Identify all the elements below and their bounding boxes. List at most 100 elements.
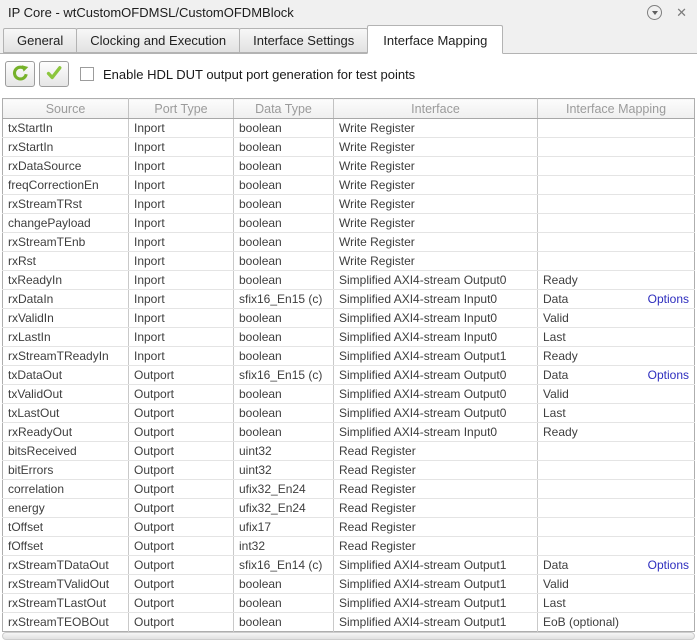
table-row[interactable]: bitsReceived Outport uint32 Read Registe… bbox=[2, 441, 695, 461]
table-row[interactable]: bitErrors Outport uint32 Read Register bbox=[2, 460, 695, 480]
column-header-source[interactable]: Source bbox=[2, 98, 129, 119]
cell-port-type: Inport bbox=[128, 346, 234, 366]
table-row[interactable]: rxValidIn Inport boolean Simplified AXI4… bbox=[2, 308, 695, 328]
cell-port-type: Outport bbox=[128, 365, 234, 385]
validate-button[interactable] bbox=[39, 61, 69, 87]
table-row[interactable]: txStartIn Inport boolean Write Register bbox=[2, 118, 695, 138]
cell-port-type: Outport bbox=[128, 479, 234, 499]
table-row[interactable]: changePayload Inport boolean Write Regis… bbox=[2, 213, 695, 233]
table-row[interactable]: txReadyIn Inport boolean Simplified AXI4… bbox=[2, 270, 695, 290]
options-link[interactable]: Options bbox=[648, 558, 689, 572]
column-header-data-type[interactable]: Data Type bbox=[233, 98, 334, 119]
mapping-value: Ready bbox=[543, 349, 578, 363]
test-points-checkbox-label: Enable HDL DUT output port generation fo… bbox=[103, 66, 416, 82]
cell-data-type: boolean bbox=[233, 194, 334, 214]
cell-interface: Write Register bbox=[333, 156, 538, 176]
tab-interface-settings[interactable]: Interface Settings bbox=[239, 28, 369, 53]
mapping-value: Data bbox=[543, 558, 569, 572]
cell-interface-mapping: Ready bbox=[537, 422, 695, 442]
collapse-panel-icon[interactable] bbox=[647, 4, 663, 20]
horizontal-scrollbar[interactable] bbox=[2, 632, 695, 640]
table-header-row: Source Port Type Data Type Interface Int… bbox=[2, 98, 695, 119]
cell-interface: Simplified AXI4-stream Output1 bbox=[333, 555, 538, 575]
tab-clocking-and-execution[interactable]: Clocking and Execution bbox=[76, 28, 241, 53]
table-row[interactable]: tOffset Outport ufix17 Read Register bbox=[2, 517, 695, 537]
cell-source: freqCorrectionEn bbox=[2, 175, 129, 195]
table-row[interactable]: fOffset Outport int32 Read Register bbox=[2, 536, 695, 556]
table-row[interactable]: rxDataIn Inport sfix16_En15 (c) Simplifi… bbox=[2, 289, 695, 309]
column-header-port-type[interactable]: Port Type bbox=[128, 98, 234, 119]
table-row[interactable]: txLastOut Outport boolean Simplified AXI… bbox=[2, 403, 695, 423]
table-row[interactable]: rxStreamTDataOut Outport sfix16_En14 (c)… bbox=[2, 555, 695, 575]
table-body: txStartIn Inport boolean Write Register … bbox=[2, 118, 695, 632]
cell-interface: Simplified AXI4-stream Output0 bbox=[333, 270, 538, 290]
table-row[interactable]: correlation Outport ufix32_En24 Read Reg… bbox=[2, 479, 695, 499]
table-row[interactable]: energy Outport ufix32_En24 Read Register bbox=[2, 498, 695, 518]
mapping-value: Data bbox=[543, 368, 569, 382]
table-row[interactable]: rxStreamTValidOut Outport boolean Simpli… bbox=[2, 574, 695, 594]
cell-interface-mapping: Last bbox=[537, 403, 695, 423]
cell-port-type: Outport bbox=[128, 574, 234, 594]
cell-interface-mapping: Ready bbox=[537, 270, 695, 290]
cell-interface-mapping: EoB (optional) bbox=[538, 613, 695, 632]
cell-source: rxReadyOut bbox=[2, 422, 129, 442]
table-row[interactable]: rxStreamTRst Inport boolean Write Regist… bbox=[2, 194, 695, 214]
cell-data-type: uint32 bbox=[233, 460, 334, 480]
column-header-interface-mapping[interactable]: Interface Mapping bbox=[537, 98, 695, 119]
table-row[interactable]: rxDataSource Inport boolean Write Regist… bbox=[2, 156, 695, 176]
cell-source: txReadyIn bbox=[2, 270, 129, 290]
cell-data-type: boolean bbox=[233, 384, 334, 404]
cell-interface-mapping: Valid bbox=[537, 308, 695, 328]
cell-source: txValidOut bbox=[2, 384, 129, 404]
cell-interface-mapping bbox=[537, 137, 695, 157]
cell-data-type: sfix16_En14 (c) bbox=[233, 555, 334, 575]
table-row[interactable]: rxStartIn Inport boolean Write Register bbox=[2, 137, 695, 157]
cell-port-type: Inport bbox=[128, 251, 234, 271]
window-controls: ✕ bbox=[647, 4, 687, 20]
cell-interface: Read Register bbox=[333, 517, 538, 537]
cell-port-type: Inport bbox=[128, 156, 234, 176]
cell-source: fOffset bbox=[2, 536, 129, 556]
table-row[interactable]: rxStreamTEnb Inport boolean Write Regist… bbox=[2, 232, 695, 252]
tab-strip: General Clocking and Execution Interface… bbox=[0, 24, 697, 54]
close-icon[interactable]: ✕ bbox=[676, 6, 687, 19]
cell-port-type: Inport bbox=[128, 327, 234, 347]
cell-port-type: Outport bbox=[128, 517, 234, 537]
column-header-interface[interactable]: Interface bbox=[333, 98, 538, 119]
cell-source: rxRst bbox=[2, 251, 129, 271]
cell-interface-mapping: Data Options bbox=[537, 555, 695, 575]
cell-interface: Read Register bbox=[333, 536, 538, 556]
cell-interface: Simplified AXI4-stream Output1 bbox=[333, 612, 538, 632]
refresh-button[interactable] bbox=[5, 61, 35, 87]
cell-port-type: Outport bbox=[128, 593, 234, 613]
cell-source: bitsReceived bbox=[2, 441, 129, 461]
table-row[interactable]: txDataOut Outport sfix16_En15 (c) Simpli… bbox=[2, 365, 695, 385]
cell-source: correlation bbox=[2, 479, 129, 499]
table-row[interactable]: rxStreamTLastOut Outport boolean Simplif… bbox=[2, 593, 695, 613]
test-points-checkbox[interactable] bbox=[80, 67, 94, 81]
cell-source: changePayload bbox=[2, 213, 129, 233]
cell-source: rxStreamTDataOut bbox=[2, 555, 129, 575]
table-row[interactable]: rxReadyOut Outport boolean Simplified AX… bbox=[2, 422, 695, 442]
mapping-value: Last bbox=[543, 406, 566, 420]
cell-interface-mapping bbox=[537, 118, 695, 138]
interface-mapping-table: Source Port Type Data Type Interface Int… bbox=[2, 98, 695, 632]
options-link[interactable]: Options bbox=[648, 368, 689, 382]
toolbar: Enable HDL DUT output port generation fo… bbox=[0, 54, 697, 87]
table-row[interactable]: rxRst Inport boolean Write Register bbox=[2, 251, 695, 271]
cell-interface: Simplified AXI4-stream Input0 bbox=[333, 422, 538, 442]
tab-interface-mapping[interactable]: Interface Mapping bbox=[367, 25, 504, 54]
cell-source: rxDataSource bbox=[2, 156, 129, 176]
cell-data-type: ufix17 bbox=[233, 517, 334, 537]
options-link[interactable]: Options bbox=[648, 292, 689, 306]
cell-data-type: boolean bbox=[233, 346, 334, 366]
table-row[interactable]: txValidOut Outport boolean Simplified AX… bbox=[2, 384, 695, 404]
table-row[interactable]: rxStreamTEOBOut Outport boolean Simplifi… bbox=[2, 612, 695, 632]
table-row[interactable]: freqCorrectionEn Inport boolean Write Re… bbox=[2, 175, 695, 195]
table-row[interactable]: rxLastIn Inport boolean Simplified AXI4-… bbox=[2, 327, 695, 347]
cell-port-type: Outport bbox=[128, 403, 234, 423]
cell-interface: Simplified AXI4-stream Output0 bbox=[333, 365, 538, 385]
tab-general[interactable]: General bbox=[3, 28, 78, 53]
table-row[interactable]: rxStreamTReadyIn Inport boolean Simplifi… bbox=[2, 346, 695, 366]
cell-interface: Write Register bbox=[333, 175, 538, 195]
